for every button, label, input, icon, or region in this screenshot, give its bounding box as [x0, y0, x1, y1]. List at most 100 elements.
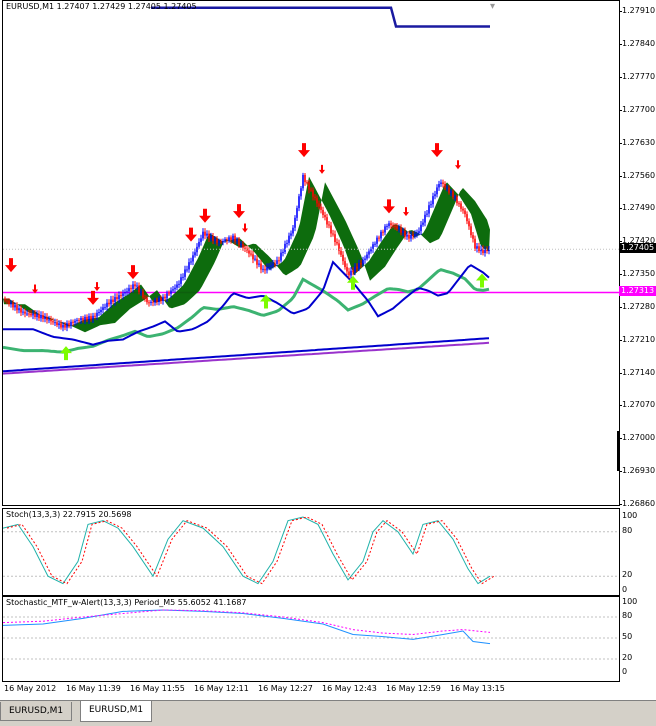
candle-body [50, 319, 52, 322]
small-sell-arrow-icon [455, 160, 461, 170]
candle-body [298, 196, 300, 209]
candle-body [440, 182, 442, 185]
candle-body [308, 182, 310, 190]
candle-body [262, 268, 264, 270]
candle-body [398, 227, 400, 229]
candle-body [10, 302, 12, 305]
price-axis[interactable]: 1.27910 1.27840 1.27770 1.27700 1.27630 1.275… [619, 0, 656, 508]
candle-body [368, 251, 370, 255]
time-axis[interactable]: 16 May 2012 16 May 11:39 16 May 11:55 16 Ma… [2, 681, 618, 699]
candle-body [354, 266, 356, 273]
top-step-line [151, 6, 490, 28]
candle-body [178, 283, 180, 285]
candle-body [306, 182, 308, 184]
stoch-mtf-pane[interactable]: Stochastic_MTF_w-Alert(13,3,3) Period_M5… [2, 596, 620, 682]
candle-body [334, 234, 336, 243]
sell-arrow-icon [383, 199, 395, 214]
sell-arrow-icon [185, 227, 197, 242]
candle-body [450, 191, 452, 193]
candle-body [96, 312, 98, 317]
candle-body [356, 266, 358, 269]
candle-body [294, 217, 296, 228]
candle-body [454, 196, 456, 198]
sell-arrow-icon [199, 208, 211, 223]
candle-body [70, 321, 72, 326]
candle-body [148, 302, 150, 304]
candle-body [164, 296, 166, 299]
chart-title: EURUSD,M1 1.27407 1.27429 1.27405 1.2740… [6, 2, 197, 11]
time-label: 16 May 2012 [4, 684, 57, 693]
candle-body [484, 249, 486, 254]
candle-body [24, 311, 26, 314]
candle-body [288, 235, 290, 243]
candle-body [256, 258, 258, 265]
candle-body [332, 233, 334, 235]
candle-body [390, 223, 392, 226]
small-sell-arrow-icon [94, 282, 100, 292]
candle-body [48, 319, 50, 321]
candle-body [470, 226, 472, 236]
candle-body [476, 246, 478, 249]
candle-body [102, 307, 104, 310]
stoch-level-label: 20 [622, 653, 633, 662]
tab-eurusd-m1-first[interactable]: EURUSD,M1 [0, 702, 73, 721]
candle-body [224, 239, 226, 241]
candle-body [250, 253, 252, 255]
price-level-label: 1.26930 [622, 466, 656, 476]
candle-body [36, 314, 38, 318]
candle-body [248, 250, 250, 254]
candle-body [198, 241, 200, 247]
candle-body [208, 233, 210, 239]
horizontal-line-price-label: 1.27313 [619, 286, 656, 297]
price-level-label: 1.27840 [622, 39, 656, 49]
candle-body [286, 242, 288, 244]
stoch-pane[interactable]: Stoch(13,3,3) 22.7915 20.5698 [2, 508, 620, 596]
candle-body [468, 221, 470, 227]
stoch-level-label: 50 [622, 632, 633, 641]
candle-body [14, 305, 16, 308]
candle-body [222, 240, 224, 242]
candle-body [388, 223, 390, 227]
candle-body [214, 238, 216, 241]
stoch-mtf-title: Stochastic_MTF_w-Alert(13,3,3) Period_M5… [6, 598, 247, 607]
candle-body [158, 298, 160, 303]
candle-body [108, 302, 110, 305]
candle-body [266, 267, 268, 271]
tab-eurusd-m1-active[interactable]: EURUSD,M1 [80, 701, 153, 722]
candle-body [358, 263, 360, 269]
candle-body [394, 226, 396, 228]
candle-body [430, 204, 432, 206]
candle-body [110, 299, 112, 305]
candle-body [376, 237, 378, 244]
candle-body [92, 315, 94, 320]
candle-body [406, 234, 408, 237]
candle-body [268, 267, 270, 269]
candle-body [462, 208, 464, 211]
candle-body [8, 300, 10, 305]
price-chart-pane[interactable]: EURUSD,M1 1.27407 1.27429 1.27405 1.2740… [2, 0, 620, 506]
candle-body [326, 217, 328, 225]
small-sell-arrow-icon [319, 164, 325, 174]
candle-body [170, 290, 172, 294]
candle-body [466, 214, 468, 222]
candle-body [114, 297, 116, 302]
candle-body [140, 291, 142, 293]
candle-body [336, 242, 338, 244]
candle-body [116, 297, 118, 300]
buy-arrow-icon [60, 346, 72, 361]
candle-body [220, 241, 222, 243]
candle-body [446, 187, 448, 189]
price-level-label: 1.27910 [622, 6, 656, 16]
candle-body [464, 210, 466, 215]
candle-body [384, 226, 386, 233]
candle-body [34, 313, 36, 318]
candle-body [352, 270, 354, 273]
candle-body [280, 252, 282, 261]
candle-body [290, 233, 292, 236]
candle-body [444, 183, 446, 188]
candle-body [282, 251, 284, 253]
candle-body [32, 313, 34, 316]
candle-body [128, 288, 130, 292]
candle-body [206, 233, 208, 236]
time-label: 16 May 11:39 [66, 684, 121, 693]
